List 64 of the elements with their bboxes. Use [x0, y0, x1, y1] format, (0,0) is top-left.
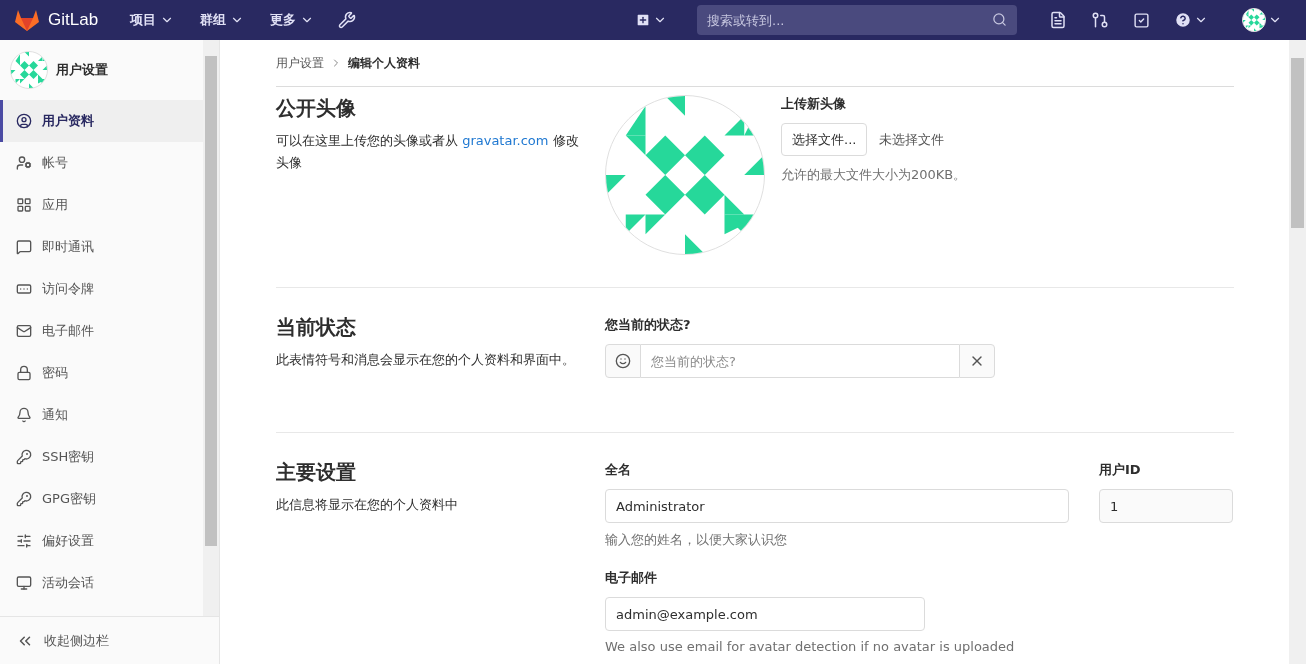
section-title: 公开头像: [276, 95, 357, 122]
help-icon: [1174, 11, 1192, 29]
gravatar-link[interactable]: gravatar.com: [462, 133, 549, 148]
sidebar-item[interactable]: 帐号: [0, 142, 204, 184]
sidebar-item[interactable]: 电子邮件: [0, 310, 204, 352]
key-icon: [16, 449, 32, 465]
breadcrumb-link[interactable]: 编辑个人资料: [348, 54, 420, 72]
user-id-input[interactable]: 1: [1099, 489, 1233, 523]
emoji-button[interactable]: [605, 344, 641, 378]
brand-name[interactable]: GitLab: [48, 10, 99, 30]
collapse-sidebar-link[interactable]: 收起侧边栏: [0, 616, 219, 664]
field-hint: 输入您的姓名，以便大家认识您: [605, 531, 788, 549]
sidebar-item[interactable]: 密码: [0, 352, 204, 394]
field-label: 用户ID: [1099, 461, 1142, 479]
section-description: 可以在这里上传您的头像或者从 gravatar.com 修改头像: [276, 132, 580, 172]
page-scrollbar[interactable]: [1289, 40, 1306, 664]
sidebar-item[interactable]: 应用: [0, 184, 204, 226]
sidebar-item[interactable]: 活动会话: [0, 562, 204, 604]
chat-icon: [16, 239, 32, 255]
full-name-input[interactable]: Administrator: [605, 489, 1069, 523]
sidebar-item[interactable]: 访问令牌: [0, 268, 204, 310]
nav-menu[interactable]: 群组: [192, 5, 253, 35]
fox-logo-icon[interactable]: [14, 8, 40, 32]
sliders-icon: [16, 533, 32, 549]
identicon-avatar: [1242, 8, 1266, 32]
monitor-icon: [16, 575, 32, 591]
section-description: 此信息将显示在您的个人资料中: [276, 496, 459, 514]
field-hint: We also use email for avatar detection if no avatar is uploaded: [605, 639, 1016, 654]
email-input[interactable]: admin@example.com: [605, 597, 925, 631]
sidebar-item[interactable]: 通知: [0, 394, 204, 436]
field-label: 您当前的状态?: [605, 316, 692, 334]
nav-menu[interactable]: 更多: [262, 5, 323, 35]
key-icon: [16, 491, 32, 507]
lock-icon: [16, 365, 32, 381]
file-size-hint: 允许的最大文件大小为200KB。: [781, 166, 967, 184]
sidebar-item[interactable]: SSH密钥: [0, 436, 204, 478]
section-title: 当前状态: [276, 314, 357, 341]
token-icon: [16, 281, 32, 297]
search-field[interactable]: 搜索或转到...: [697, 5, 1017, 35]
field-label: 全名: [605, 461, 632, 479]
section-description: 此表情符号和消息会显示在您的个人资料和界面中。: [276, 351, 576, 369]
sidebar-item[interactable]: 用户资料: [0, 100, 204, 142]
bell-icon: [16, 407, 32, 423]
sidebar-title: 用户设置: [56, 61, 108, 79]
sidebar-item[interactable]: 即时通讯: [0, 226, 204, 268]
status-input[interactable]: 您当前的状态?: [641, 344, 959, 378]
grid-icon: [16, 197, 32, 213]
plus-square-icon: [635, 12, 651, 28]
section-title: 主要设置: [276, 459, 357, 486]
identicon-avatar: [10, 51, 48, 89]
sidebar-item[interactable]: 偏好设置: [0, 520, 204, 562]
field-label: 电子邮件: [605, 569, 658, 587]
search-icon: [992, 12, 1007, 27]
mail-icon: [16, 323, 32, 339]
smiley-icon: [615, 353, 631, 369]
user-gear-icon: [16, 155, 32, 171]
no-file-text: 未选择文件: [879, 130, 945, 149]
user-circle-icon: [16, 113, 32, 129]
sidebar-item[interactable]: GPG密钥: [0, 478, 204, 520]
nav-menu[interactable]: 项目: [122, 5, 183, 35]
upload-title: 上传新头像: [781, 95, 847, 113]
breadcrumb-link[interactable]: 用户设置: [276, 54, 324, 72]
choose-file-button[interactable]: 选择文件...: [781, 123, 868, 156]
sidebar-scrollbar[interactable]: [203, 40, 219, 616]
